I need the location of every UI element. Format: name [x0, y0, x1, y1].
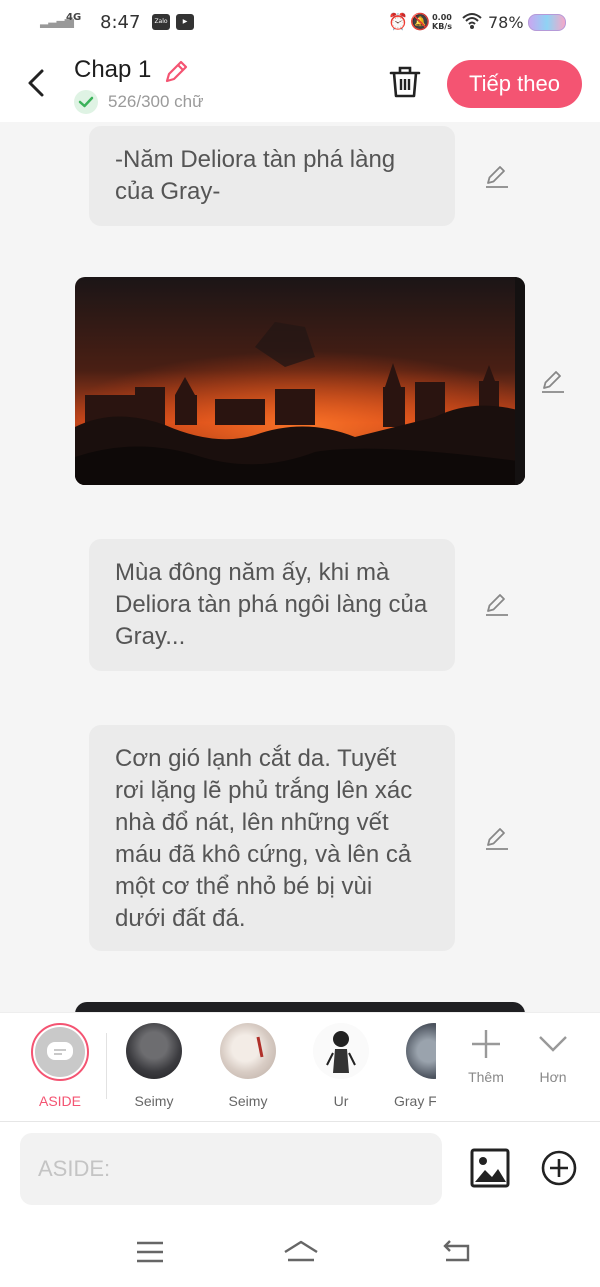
menu-icon[interactable] — [134, 1238, 166, 1266]
character-aside[interactable]: ASIDE — [25, 1023, 95, 1109]
avatar — [220, 1023, 276, 1079]
chevron-down-icon — [539, 1036, 567, 1052]
avatar — [126, 1023, 182, 1079]
home-icon[interactable] — [282, 1238, 320, 1266]
back-nav-icon[interactable] — [440, 1238, 472, 1266]
battery-percent: 78% — [488, 13, 524, 32]
next-button[interactable]: Tiếp theo — [447, 60, 582, 108]
network-speed: 0.00 KB/s — [432, 13, 452, 31]
zalo-icon: Zalo — [152, 14, 170, 30]
composer — [0, 1122, 600, 1218]
alarm-icon: ⏰ — [388, 12, 408, 31]
add-label: Thêm — [468, 1069, 504, 1085]
edit-message-icon[interactable] — [483, 824, 511, 852]
edit-message-icon[interactable] — [483, 590, 511, 618]
video-app-icon: ▶ — [176, 14, 194, 30]
character-name: Ur — [333, 1093, 349, 1109]
trash-icon[interactable] — [388, 64, 422, 100]
divider — [106, 1033, 107, 1099]
edit-message-icon[interactable] — [483, 162, 511, 190]
message-bubble[interactable]: -Năm Deliora tàn phá làng của Gray- — [89, 126, 455, 226]
status-bar: ▂▃▄▅ 4G 8:47 Zalo ▶ ⏰ 🔕 0.00 KB/s 78% — [0, 0, 600, 48]
message-bubble[interactable]: Mùa đông năm ấy, khi mà Deliora tàn phá … — [89, 539, 455, 671]
more-button[interactable]: Hơn — [523, 1027, 583, 1085]
add-circle-icon[interactable] — [541, 1150, 577, 1186]
chapter-title: Chap 1 — [74, 56, 152, 83]
network-type: 4G — [66, 12, 82, 23]
character-ur[interactable]: Ur — [306, 1023, 376, 1109]
avatar — [313, 1023, 369, 1079]
character-seimy[interactable]: Seimy — [213, 1023, 283, 1109]
wifi-icon — [462, 12, 482, 34]
character-name: ASIDE — [38, 1093, 81, 1109]
more-label: Hơn — [539, 1069, 567, 1085]
edit-title-icon[interactable] — [162, 58, 190, 86]
avatar — [406, 1023, 436, 1079]
plus-icon — [472, 1030, 500, 1058]
character-gray[interactable]: Gray F — [392, 1023, 436, 1109]
next-image-preview[interactable] — [75, 1002, 525, 1012]
aside-avatar — [31, 1023, 89, 1081]
status-time: 8:47 — [100, 12, 141, 33]
header: Chap 1 526/300 chữ Tiếp theo — [0, 48, 600, 122]
add-character-button[interactable]: Thêm — [456, 1027, 516, 1085]
message-bubble[interactable]: Cơn gió lạnh cắt da. Tuyết rơi lặng lẽ p… — [89, 725, 455, 951]
character-name: Seimy — [228, 1093, 268, 1109]
character-name: Gray F — [394, 1093, 436, 1109]
battery-icon — [528, 14, 566, 31]
character-selector: ASIDE Seimy Seimy Ur Gray F Thêm Hơn — [0, 1012, 600, 1122]
check-icon — [74, 90, 98, 114]
burning-village-image[interactable] — [75, 277, 525, 485]
character-name: Seimy — [134, 1093, 174, 1109]
word-count: 526/300 chữ — [108, 92, 204, 111]
message-input[interactable] — [20, 1133, 442, 1205]
image-icon[interactable] — [470, 1148, 510, 1188]
chat-bubble-icon — [47, 1042, 73, 1060]
character-seimy[interactable]: Seimy — [119, 1023, 189, 1109]
back-arrow-icon[interactable] — [24, 68, 50, 98]
system-nav-bar — [0, 1218, 600, 1287]
edit-message-icon[interactable] — [539, 367, 567, 395]
chapter-content[interactable]: -Năm Deliora tàn phá làng của Gray- Mùa … — [0, 122, 600, 1012]
mute-icon: 🔕 — [410, 12, 430, 31]
